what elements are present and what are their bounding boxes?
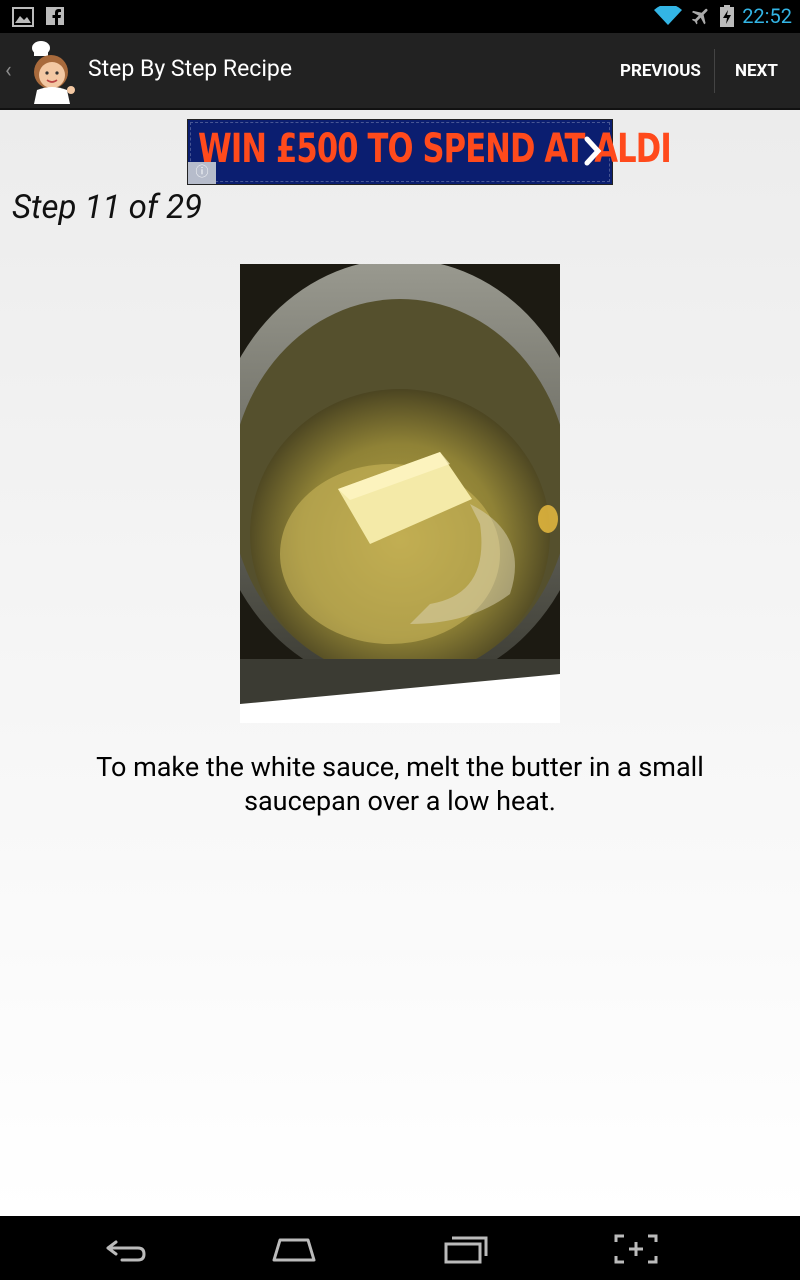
home-icon[interactable]	[270, 1232, 318, 1266]
previous-button[interactable]: PREVIOUS	[620, 33, 701, 108]
navigation-bar	[0, 1216, 800, 1280]
recipe-step-image	[240, 264, 560, 723]
clock: 22:52	[742, 4, 792, 28]
screenshot-icon[interactable]	[612, 1232, 660, 1266]
wifi-icon	[654, 6, 683, 25]
up-caret-icon[interactable]: ‹	[5, 58, 12, 83]
step-instruction: To make the white sauce, melt the butter…	[96, 751, 704, 817]
back-icon[interactable]	[102, 1232, 150, 1266]
recent-apps-icon[interactable]	[442, 1232, 490, 1266]
airplane-mode-icon	[692, 8, 708, 25]
facebook-icon	[46, 7, 64, 25]
step-counter: Step 11 of 29	[12, 188, 203, 227]
status-bar: 22:52	[0, 0, 800, 33]
gallery-icon	[12, 7, 34, 27]
chef-logo-icon[interactable]	[24, 38, 78, 104]
info-icon[interactable]: ⓘ	[188, 162, 216, 184]
step-content: WIN £500 TO SPEND AT ALDI ⓘ Step 11 of 2…	[0, 110, 800, 1216]
next-button[interactable]: NEXT	[735, 33, 778, 108]
chevron-right-icon	[584, 136, 602, 166]
battery-charging-icon	[720, 5, 735, 27]
action-divider	[714, 49, 715, 93]
action-bar: ‹ Step By Step Recipe PREVIOUS NEXT	[0, 33, 800, 110]
app-title: Step By Step Recipe	[88, 55, 293, 82]
saucepan-butter-image	[240, 264, 560, 723]
ad-banner[interactable]: WIN £500 TO SPEND AT ALDI ⓘ	[187, 119, 672, 185]
